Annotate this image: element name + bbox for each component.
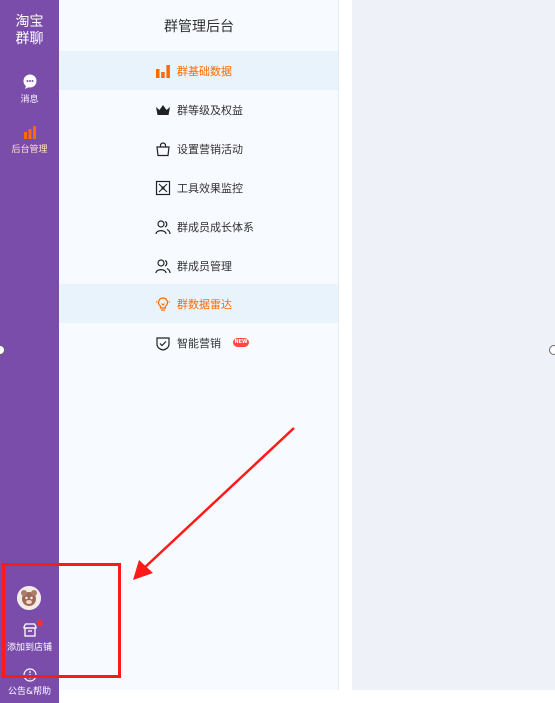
annotation-arrow	[133, 427, 295, 580]
app-window: 淘宝 群聊 消息 后台管理 添加到店铺 公告&帮助 群管理后台 群基础数据 群等…	[0, 0, 555, 703]
